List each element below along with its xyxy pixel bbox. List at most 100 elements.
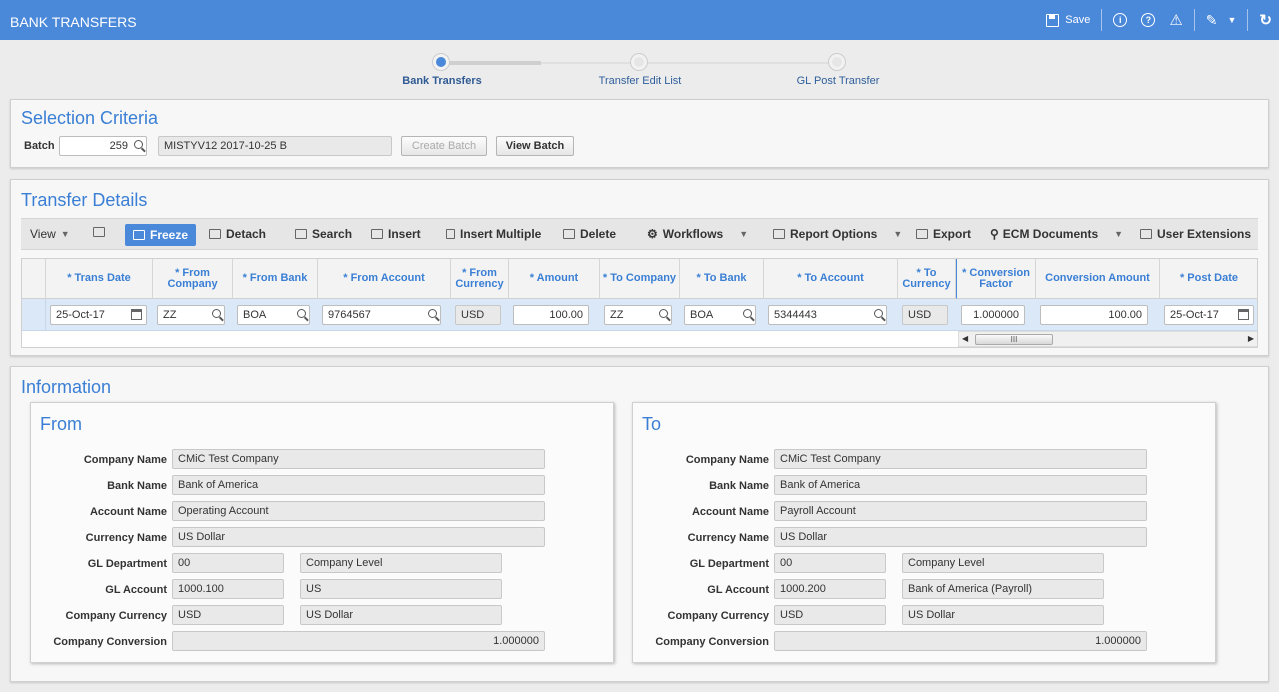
currency-name-label: Currency Name (85, 532, 167, 544)
report-options-label: Report Options (790, 227, 878, 241)
col-header-post-date[interactable]: * Post Date (1160, 259, 1257, 299)
filter-icon (93, 227, 105, 237)
chevron-down-icon: ▼ (893, 229, 903, 239)
info-button[interactable]: i (1113, 13, 1128, 27)
search-button[interactable]: Search (295, 227, 352, 241)
warning-button[interactable]: ⚠ (1169, 11, 1182, 29)
user-extensions-button[interactable]: User Extensions (1140, 227, 1251, 241)
scroll-right-icon[interactable]: ▶ (1248, 334, 1254, 343)
col-header-trans-date[interactable]: * Trans Date (46, 259, 153, 299)
search-icon[interactable] (428, 309, 437, 318)
search-icon[interactable] (134, 140, 143, 149)
to-company-name: CMiC Test Company (774, 449, 1147, 469)
from-account-input[interactable]: 9764567 (322, 305, 441, 325)
post-date-input[interactable]: 25-Oct-17 (1164, 305, 1254, 325)
company-currency-label: Company Currency (667, 610, 769, 622)
post-date-value: 25-Oct-17 (1170, 309, 1219, 321)
step-dot-bank-transfers[interactable] (432, 53, 450, 71)
search-icon[interactable] (874, 309, 883, 318)
insert-button[interactable]: Insert (371, 227, 421, 241)
col-header-conversion-factor[interactable]: * Conversion Factor (956, 259, 1036, 299)
col-header-from-currency[interactable]: * From Currency (451, 259, 509, 299)
col-header-from-company[interactable]: * From Company (153, 259, 233, 299)
col-header-amount[interactable]: * Amount (509, 259, 600, 299)
conversion-factor-input[interactable]: 1.000000 (961, 305, 1025, 325)
amount-value: 100.00 (549, 309, 583, 321)
chevron-down-icon: ▼ (1114, 229, 1124, 239)
col-header-to-bank[interactable]: * To Bank (680, 259, 764, 299)
toolbar-divider (1193, 9, 1195, 31)
create-batch-button[interactable]: Create Batch (401, 136, 487, 156)
freeze-label: Freeze (150, 228, 189, 242)
account-name-label: Account Name (691, 506, 769, 518)
batch-input[interactable]: 259 (59, 136, 147, 156)
view-menu-button[interactable]: View ▼ (30, 227, 70, 241)
delete-button[interactable]: Delete (563, 227, 616, 241)
workflows-button[interactable]: ⚙ Workflows ▼ (647, 227, 748, 241)
calendar-icon[interactable] (1238, 309, 1249, 320)
scroll-left-icon[interactable]: ◀ (962, 334, 968, 343)
search-icon[interactable] (659, 309, 668, 318)
search-icon[interactable] (212, 309, 221, 318)
search-icon (295, 229, 307, 239)
to-gl-department: 00 (774, 553, 886, 573)
account-name-label: Account Name (89, 506, 167, 518)
table-row[interactable]: 25-Oct-17 ZZ BOA 9764567 USD 100.00 ZZ B… (22, 299, 1257, 331)
title-bar: BANK TRANSFERS Save i ? ⚠ ✎ ▼ ↻ (0, 0, 1279, 40)
edit-icon: ✎ (1205, 11, 1218, 28)
calendar-icon[interactable] (131, 309, 142, 320)
export-label: Export (933, 227, 972, 241)
from-subpanel: From Company Name CMiC Test Company Bank… (30, 402, 614, 663)
conversion-amount-input[interactable]: 100.00 (1040, 305, 1148, 325)
to-company-input[interactable]: ZZ (604, 305, 672, 325)
insert-icon (371, 229, 383, 239)
insert-label: Insert (388, 227, 421, 241)
workflows-icon: ⚙ (647, 227, 658, 241)
report-options-button[interactable]: Report Options ▼ (773, 227, 902, 241)
insert-multiple-button[interactable]: Insert Multiple (446, 227, 541, 241)
trans-date-input[interactable]: 25-Oct-17 (50, 305, 147, 325)
help-button[interactable]: ? (1141, 13, 1156, 27)
col-header-to-account[interactable]: * To Account (764, 259, 898, 299)
chevron-down-icon: ▼ (739, 229, 749, 239)
search-icon[interactable] (297, 309, 306, 318)
refresh-button[interactable]: ↻ (1259, 11, 1272, 29)
company-name-label: Company Name (685, 454, 769, 466)
filter-button[interactable] (93, 227, 110, 237)
help-icon: ? (1141, 13, 1156, 27)
step-label-bank-transfers[interactable]: Bank Transfers (402, 75, 481, 87)
to-account-input[interactable]: 5344443 (768, 305, 887, 325)
col-header-to-currency[interactable]: * To Currency (898, 259, 956, 299)
ecm-documents-button[interactable]: ⚲ ECM Documents ▼ (990, 227, 1123, 241)
row-selector[interactable] (22, 299, 46, 330)
from-bank-input[interactable]: BOA (237, 305, 310, 325)
from-company-currency: USD (172, 605, 284, 625)
transfer-details-title: Transfer Details (21, 190, 148, 210)
batch-description-text: MISTYV12 2017-10-25 B (164, 140, 287, 152)
amount-input[interactable]: 100.00 (513, 305, 589, 325)
export-button[interactable]: Export (916, 227, 971, 241)
chevron-down-icon: ▼ (1227, 15, 1237, 25)
view-batch-button[interactable]: View Batch (496, 136, 574, 156)
step-label-gl-post-transfer[interactable]: GL Post Transfer (797, 75, 880, 87)
chevron-down-icon: ▼ (60, 229, 70, 239)
col-header-conversion-amount[interactable]: Conversion Amount (1036, 259, 1160, 299)
step-label-transfer-edit-list[interactable]: Transfer Edit List (599, 75, 682, 87)
company-name-label: Company Name (83, 454, 167, 466)
to-bank-name: Bank of America (774, 475, 1147, 495)
freeze-button[interactable]: Freeze (125, 224, 197, 246)
step-dot-transfer-edit-list[interactable] (630, 53, 648, 71)
to-account-name: Payroll Account (774, 501, 1147, 521)
to-bank-input[interactable]: BOA (684, 305, 756, 325)
detach-button[interactable]: Detach (209, 227, 266, 241)
from-company-input[interactable]: ZZ (157, 305, 225, 325)
scroll-thumb[interactable]: III (975, 334, 1053, 345)
edit-menu-button[interactable]: ✎ ▼ (1206, 12, 1237, 29)
step-dot-gl-post-transfer[interactable] (828, 53, 846, 71)
col-header-from-bank[interactable]: * From Bank (233, 259, 318, 299)
col-header-from-account[interactable]: * From Account (318, 259, 451, 299)
save-button[interactable]: Save (1046, 13, 1090, 27)
horizontal-scrollbar[interactable]: ◀ III ▶ (958, 331, 1257, 347)
col-header-to-company[interactable]: * To Company (600, 259, 680, 299)
search-icon[interactable] (743, 309, 752, 318)
